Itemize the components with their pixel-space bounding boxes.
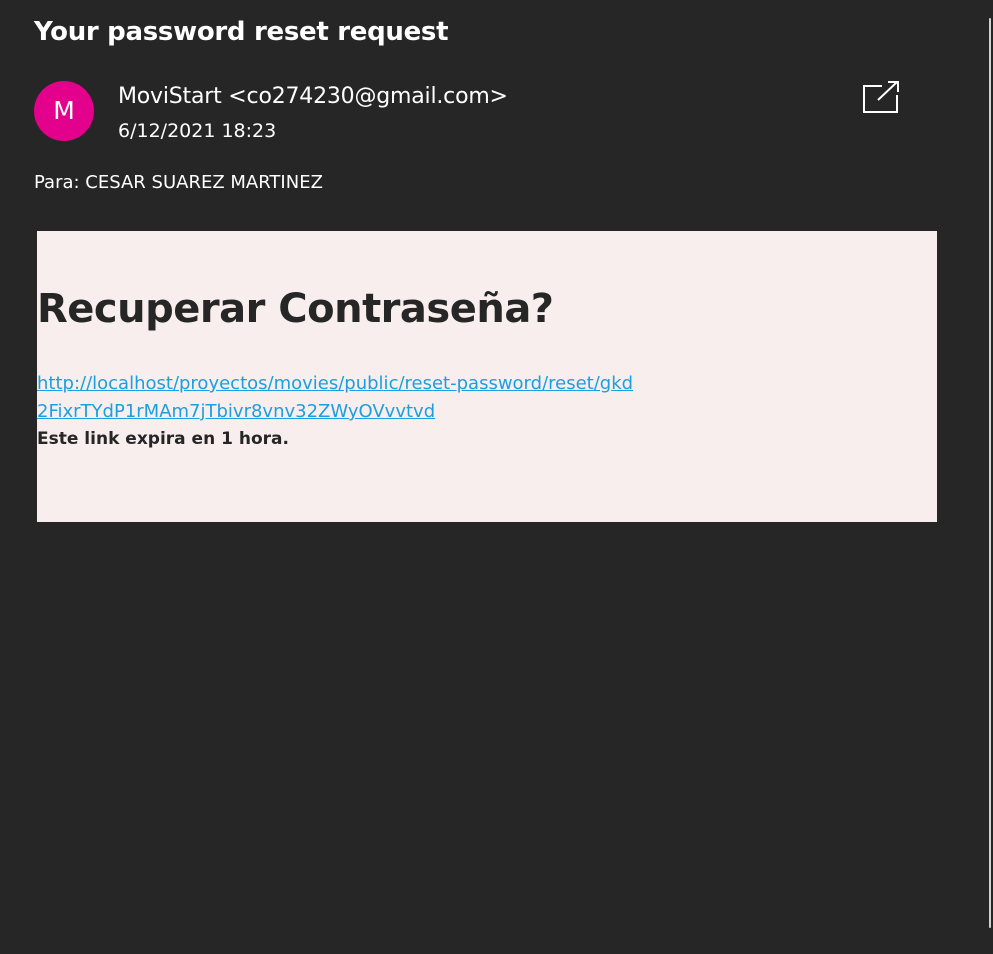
sender-name[interactable]: MoviStart <co274230@gmail.com> xyxy=(118,82,508,112)
vertical-scrollbar[interactable] xyxy=(987,0,993,954)
open-in-new-window-button[interactable] xyxy=(862,81,900,115)
email-body-heading: Recuperar Contraseña? xyxy=(37,286,554,332)
email-subject: Your password reset request xyxy=(34,17,449,47)
reset-password-link[interactable]: http://localhost/proyectos/movies/public… xyxy=(37,370,637,426)
link-expiry-note: Este link expira en 1 hora. xyxy=(37,429,289,449)
open-in-new-window-icon xyxy=(863,81,900,113)
recipient-line: Para: CESAR SUAREZ MARTINEZ xyxy=(34,172,323,193)
sender-avatar-initial: M xyxy=(53,96,75,125)
sender-avatar: M xyxy=(34,81,94,141)
scrollbar-thumb[interactable] xyxy=(989,18,991,928)
email-body: Recuperar Contraseña? http://localhost/p… xyxy=(37,231,937,522)
message-date: 6/12/2021 18:23 xyxy=(118,120,277,142)
